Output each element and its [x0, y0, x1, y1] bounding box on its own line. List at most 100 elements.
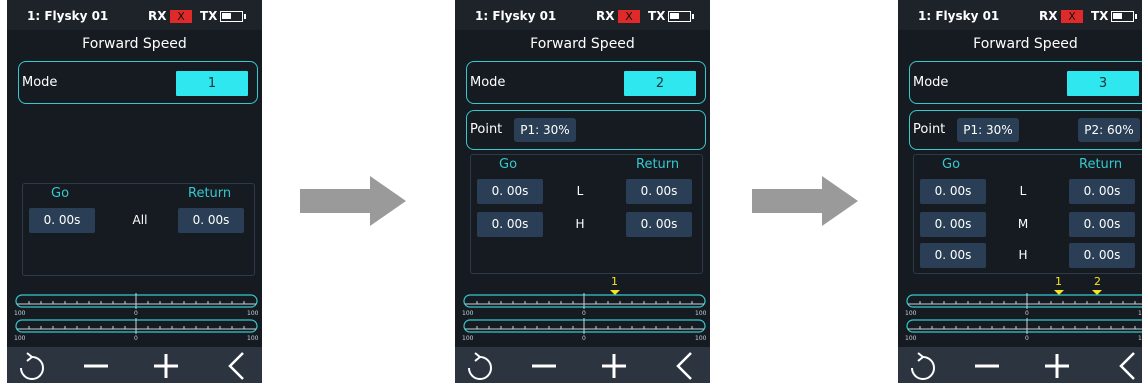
- speed-table: Go Return 0. 00s L 0. 00s 0. 00s H 0. 00…: [470, 154, 703, 274]
- marker-triangle: [609, 289, 621, 295]
- model-name: 1: Flysky 01: [918, 9, 1000, 23]
- rx-disconnected-icon: X: [618, 10, 640, 23]
- model-name: 1: Flysky 01: [475, 9, 557, 23]
- scale-left: 100: [905, 310, 917, 317]
- scale-right: 100: [247, 335, 259, 342]
- go-header: Go: [499, 157, 518, 172]
- nav-buttons: [911, 352, 1135, 380]
- rx-disconnected-icon: X: [1061, 10, 1083, 23]
- scale-left: 100: [462, 335, 474, 342]
- marker-label: 2: [1094, 275, 1101, 288]
- return-value[interactable]: 0. 00s: [1069, 212, 1135, 237]
- return-value[interactable]: 0. 00s: [626, 179, 692, 204]
- mode-label: Mode: [22, 75, 58, 90]
- scale-right: 100: [1138, 335, 1142, 342]
- return-value[interactable]: 0. 00s: [1069, 179, 1135, 204]
- nav-buttons: [468, 352, 692, 380]
- scale-left: 100: [905, 335, 917, 342]
- go-header: Go: [942, 157, 961, 172]
- point-p2-button[interactable]: P2: 60%: [1078, 118, 1140, 142]
- trim-scales: 100 0 100 100 0 100: [7, 290, 262, 344]
- point-p1-button[interactable]: P1: 30%: [957, 118, 1019, 142]
- trim-scale-graphic: 100 0 100 100 0 100: [14, 293, 259, 342]
- return-value[interactable]: 0. 00s: [626, 212, 692, 237]
- battery-icon: [668, 11, 691, 22]
- plus-icon[interactable]: [602, 354, 626, 378]
- screen-mode-3: 1: Flysky 01 RX X TX Forward Speed Mode …: [898, 0, 1142, 383]
- scale-center: 0: [1025, 335, 1029, 342]
- point-row: Point P1: 30% P2: 60%: [909, 110, 1142, 150]
- return-header: Return: [1079, 157, 1123, 172]
- rx-disconnected-icon: X: [170, 10, 192, 23]
- transition-arrow: [752, 176, 858, 226]
- rotate-icon[interactable]: [468, 352, 492, 380]
- scale-left: 100: [14, 335, 26, 342]
- nav-buttons: [20, 352, 244, 380]
- mode-label: Mode: [913, 75, 949, 90]
- rx-label: RX: [596, 9, 615, 23]
- point-p1-button[interactable]: P1: 30%: [514, 118, 576, 142]
- mode-row: Mode 3: [909, 61, 1142, 104]
- mode-value-button[interactable]: 2: [624, 71, 696, 96]
- scale-right: 100: [695, 310, 707, 317]
- rx-label: RX: [148, 9, 167, 23]
- plus-icon[interactable]: [1045, 354, 1069, 378]
- marker-label: 1: [1055, 275, 1062, 288]
- tx-label: TX: [648, 9, 666, 23]
- mode-label: Mode: [470, 75, 506, 90]
- back-icon[interactable]: [228, 352, 244, 380]
- point-row: Point P1: 30%: [466, 110, 706, 150]
- plus-icon[interactable]: [154, 354, 178, 378]
- row-label: H: [1018, 248, 1028, 262]
- scale-center: 0: [134, 335, 138, 342]
- scale-center: 0: [582, 310, 586, 317]
- go-value[interactable]: 0. 00s: [477, 212, 543, 237]
- go-value[interactable]: 0. 00s: [920, 243, 986, 268]
- page-title: Forward Speed: [530, 36, 635, 52]
- trim-scales: 100 0 100 100 0 100: [455, 289, 710, 344]
- back-icon[interactable]: [676, 352, 692, 380]
- scale-left: 100: [462, 310, 474, 317]
- scale-center: 0: [134, 310, 138, 317]
- status-bar: 1: Flysky 01 RX X TX: [7, 0, 262, 30]
- trim-scale-graphic: 100 0 100 100 0 100: [905, 289, 1142, 342]
- transition-arrow: [300, 176, 406, 226]
- screen-mode-1: 1: Flysky 01 RX X TX Forward Speed Mode …: [7, 0, 262, 383]
- rx-label: RX: [1039, 9, 1058, 23]
- back-icon[interactable]: [1119, 352, 1135, 380]
- status-bar: 1: Flysky 01 RX X TX: [455, 0, 710, 30]
- scale-right: 100: [1138, 310, 1142, 317]
- speed-table: Go Return 0. 00s L 0. 00s 0. 00s M 0. 00…: [913, 154, 1142, 274]
- screen-mode-2: 1: Flysky 01 RX X TX Forward Speed Mode …: [455, 0, 710, 383]
- mode-row: Mode 2: [466, 61, 706, 104]
- return-header: Return: [636, 157, 680, 172]
- go-value[interactable]: 0. 00s: [920, 179, 986, 204]
- go-value[interactable]: 0. 00s: [920, 212, 986, 237]
- rotate-icon[interactable]: [20, 352, 44, 380]
- marker-label: 1: [611, 275, 618, 288]
- go-value[interactable]: 0. 00s: [477, 179, 543, 204]
- rotate-icon[interactable]: [911, 352, 935, 380]
- return-value[interactable]: 0. 00s: [178, 208, 244, 233]
- mode-value-button[interactable]: 3: [1067, 71, 1139, 96]
- page-title: Forward Speed: [973, 36, 1078, 52]
- model-name: 1: Flysky 01: [27, 9, 109, 23]
- point-label: Point: [913, 122, 946, 137]
- scale-center: 0: [1025, 310, 1029, 317]
- return-value[interactable]: 0. 00s: [1069, 243, 1135, 268]
- row-label: L: [576, 184, 584, 198]
- mode-value-button[interactable]: 1: [176, 71, 248, 96]
- tx-label: TX: [1091, 9, 1109, 23]
- row-label: H: [575, 217, 585, 231]
- row-label: All: [132, 213, 148, 227]
- return-header: Return: [188, 186, 232, 201]
- trim-scales: 100 0 100 100 0 100: [898, 289, 1142, 344]
- row-label: M: [1017, 217, 1029, 231]
- page-title: Forward Speed: [82, 36, 187, 52]
- marker-triangle: [1053, 289, 1065, 295]
- row-label: L: [1019, 184, 1027, 198]
- marker-triangle: [1091, 289, 1103, 295]
- scale-right: 100: [247, 310, 259, 317]
- scale-left: 100: [14, 310, 26, 317]
- go-value[interactable]: 0. 00s: [29, 208, 95, 233]
